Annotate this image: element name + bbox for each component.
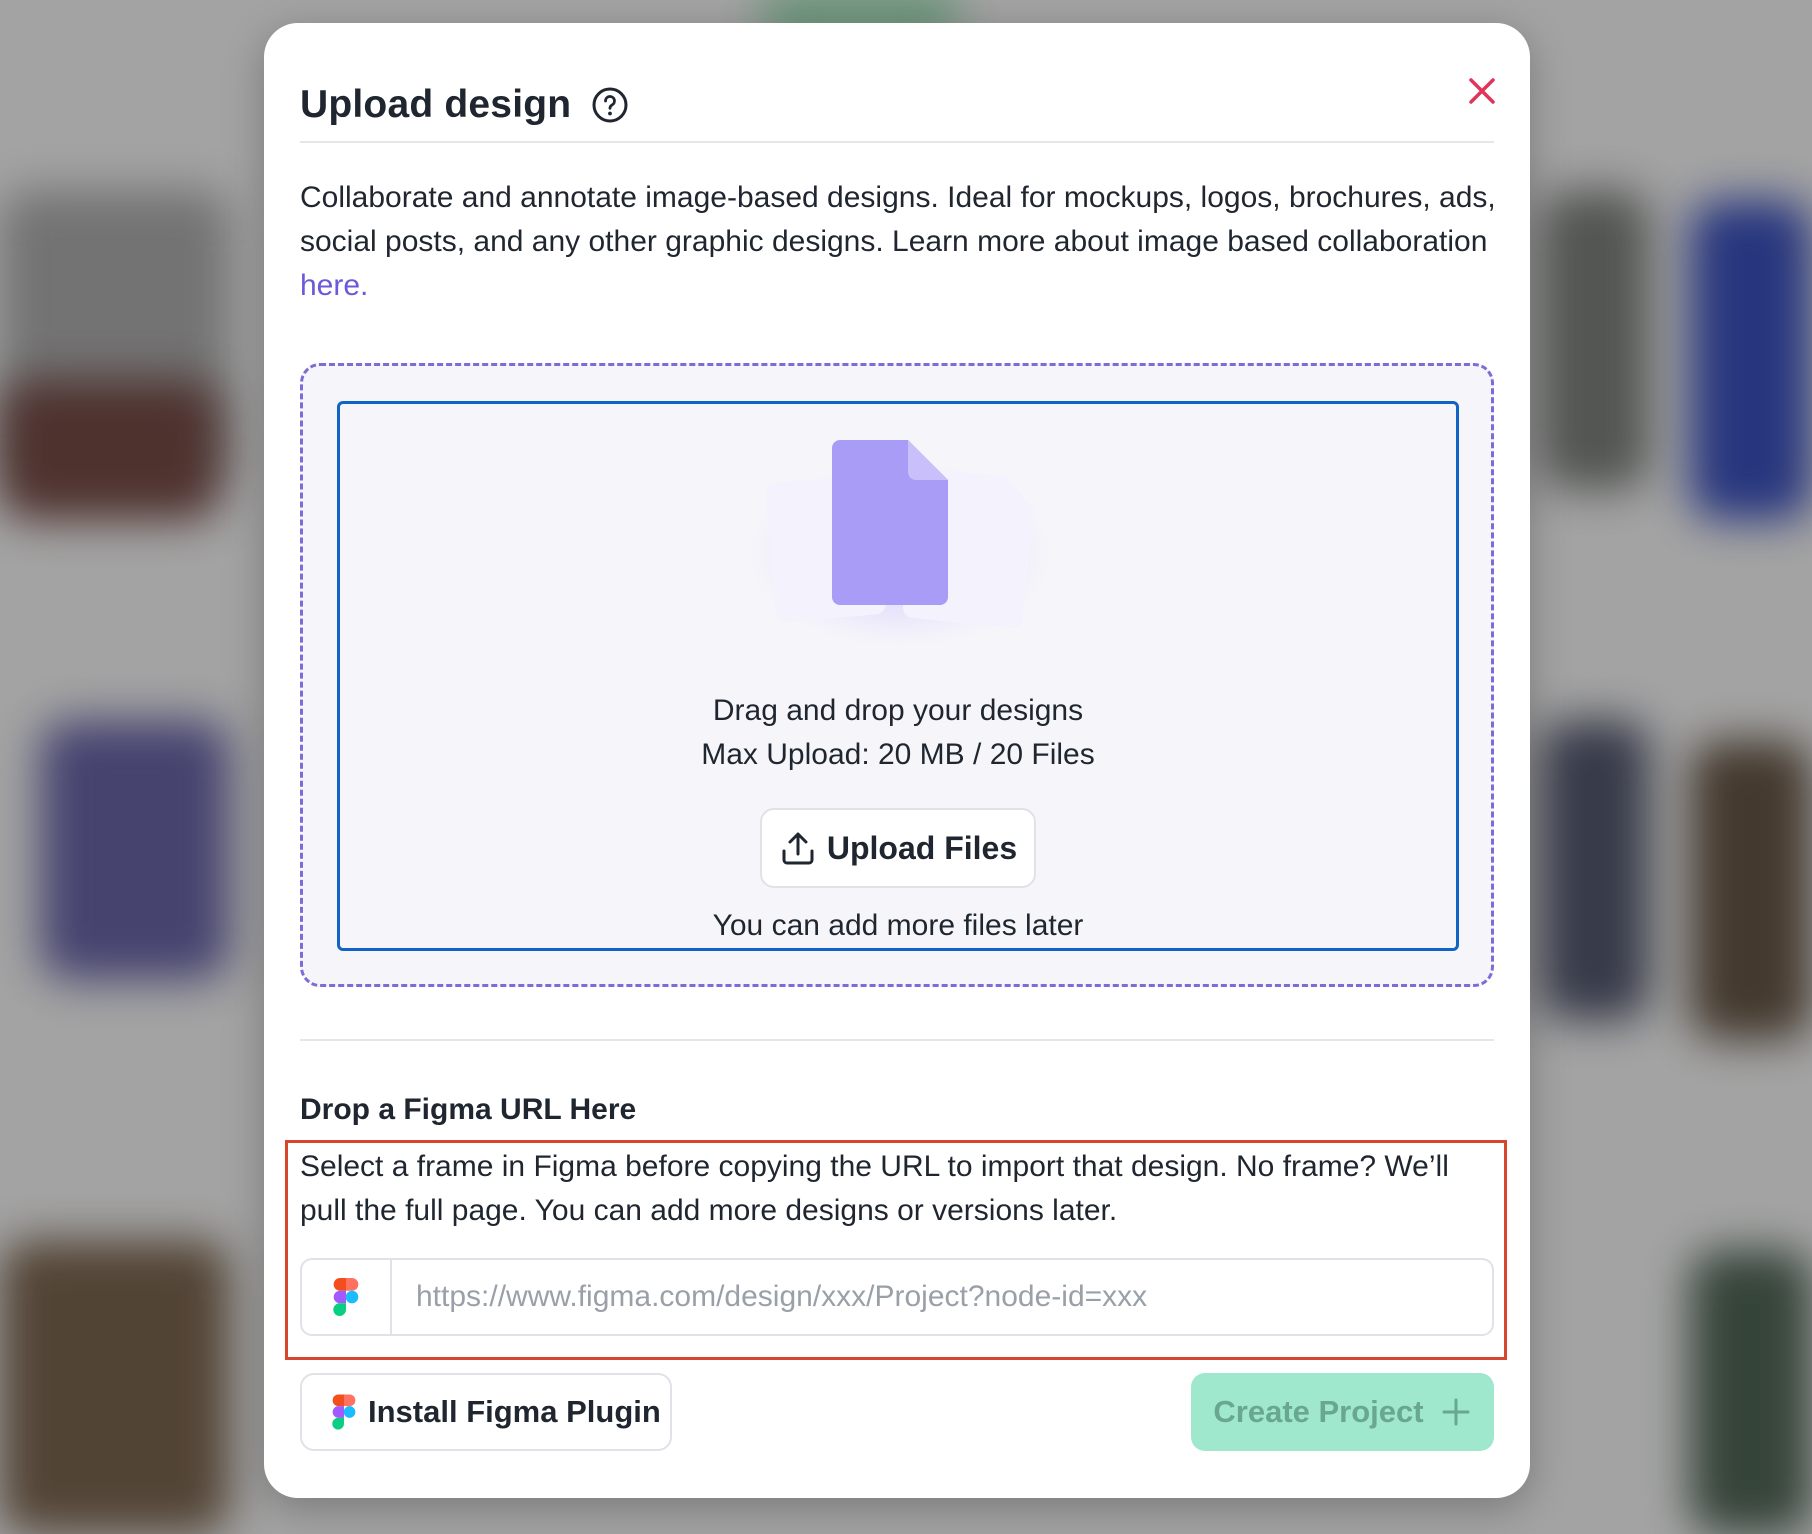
dropzone-title: Drag and drop your designs [712, 694, 1084, 727]
figma-url-icon-box [302, 1260, 392, 1334]
modal-header: Upload design [300, 83, 629, 127]
modal-description: Collaborate and annotate image-based des… [300, 176, 1500, 308]
learn-more-link[interactable]: here. [300, 269, 368, 302]
upload-design-modal: Upload design Collaborate and annotate i… [264, 23, 1530, 1498]
install-plugin-label: Install Figma Plugin [368, 1394, 661, 1429]
upload-icon [782, 832, 814, 865]
upload-files-label: Upload Files [826, 829, 1018, 866]
files-illustration-icon [730, 439, 1070, 644]
header-divider [300, 141, 1494, 143]
figma-url-input[interactable] [392, 1260, 1492, 1334]
figma-url-field[interactable] [300, 1258, 1494, 1336]
question-circle-icon[interactable] [591, 86, 629, 124]
close-button[interactable] [1454, 63, 1510, 119]
dropzone[interactable]: Drag and drop your designs Max Upload: 2… [300, 363, 1494, 987]
create-project-label: Create Project [1213, 1394, 1424, 1429]
figma-section-heading: Drop a Figma URL Here [300, 1093, 637, 1126]
section-divider [300, 1039, 1494, 1041]
close-icon [1469, 78, 1495, 104]
upload-files-button[interactable]: Upload Files [760, 808, 1036, 888]
plus-icon [1442, 1398, 1470, 1426]
figma-help-text: Select a frame in Figma before copying t… [300, 1150, 1449, 1227]
create-project-button[interactable]: Create Project [1191, 1373, 1494, 1451]
description-text: Collaborate and annotate image-based des… [300, 181, 1496, 258]
add-later-note: You can add more files later [712, 909, 1084, 942]
upload-limit: Max Upload: 20 MB / 20 Files [701, 738, 1095, 771]
figma-logo-icon [332, 1394, 356, 1430]
dropzone-focus-area[interactable]: Drag and drop your designs Max Upload: 2… [337, 401, 1459, 951]
install-figma-plugin-button[interactable]: Install Figma Plugin [300, 1373, 672, 1451]
figma-logo-icon [333, 1278, 359, 1316]
modal-title: Upload design [300, 83, 572, 126]
